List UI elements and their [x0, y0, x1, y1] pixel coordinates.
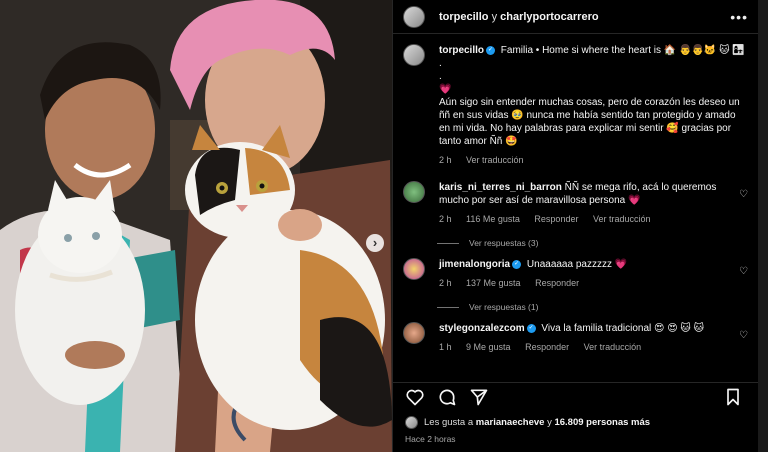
caption-dot-1: . [439, 58, 442, 69]
comment-text: Viva la familia tradicional 😍 😍 🐱 🐱 [541, 323, 705, 334]
caption-line1: Familia • Home si where the heart is 🏠 👨… [500, 45, 745, 56]
comment-likes[interactable]: 137 Me gusta [466, 278, 521, 288]
likes-count[interactable]: 16.809 personas más [554, 417, 650, 428]
action-bar [393, 382, 759, 410]
comment-meta: 2 h 116 Me gusta Responder Ver traducció… [439, 213, 731, 226]
post-photo[interactable]: › [0, 0, 392, 452]
comment-reply[interactable]: Responder [535, 278, 579, 288]
heart-icon[interactable]: ♡ [739, 330, 748, 341]
heart-icon[interactable]: ♡ [739, 189, 748, 200]
author1-link[interactable]: torpecillo [439, 11, 489, 23]
comment-translate[interactable]: Ver traducción [584, 342, 642, 352]
caption-body: Aún sigo sin entender muchas cosas, pero… [439, 97, 740, 147]
comment-username[interactable]: jimenalongoria [439, 259, 510, 270]
caption-time: 2 h [439, 155, 452, 165]
view-replies-label: Ver respuestas (1) [469, 302, 539, 312]
bookmark-icon[interactable] [723, 387, 743, 407]
commenter-avatar[interactable] [403, 181, 425, 203]
page-edge [758, 0, 768, 452]
carousel-next-icon[interactable]: › [366, 234, 384, 252]
authors-joiner: y [491, 10, 498, 23]
comment-time: 1 h [439, 342, 452, 352]
post-time: Hace 2 horas [405, 434, 456, 444]
verified-icon: ✓ [526, 323, 536, 333]
view-replies[interactable]: Ver respuestas (3) [437, 238, 748, 248]
comment-text: Unaaaaaa pazzzzz 💗 [526, 259, 628, 270]
view-replies[interactable]: Ver respuestas (1) [437, 302, 748, 312]
verified-icon: ✓ [512, 259, 522, 269]
view-replies-label: Ver respuestas (3) [469, 238, 539, 248]
verified-icon: ✓ [486, 45, 496, 55]
comment-meta: 1 h 9 Me gusta Responder Ver traducción [439, 341, 731, 354]
liker-avatar [405, 416, 418, 429]
commenter-avatar[interactable] [403, 258, 425, 280]
comment-username[interactable]: karis_ni_terres_ni_barron [439, 182, 562, 193]
comment-icon[interactable] [437, 387, 457, 407]
commenter-avatar[interactable] [403, 322, 425, 344]
caption-avatar[interactable] [403, 44, 425, 66]
comment-likes[interactable]: 9 Me gusta [466, 342, 511, 352]
comment-reply[interactable]: Responder [534, 214, 578, 224]
caption: torpecillo ✓ Familia • Home si where the … [403, 44, 748, 167]
share-icon[interactable] [469, 387, 489, 407]
post-header: torpecillo y charlyportocarrero ••• [393, 0, 758, 34]
post-authors: torpecillo y charlyportocarrero [439, 11, 599, 23]
author2-link[interactable]: charlyportocarrero [500, 11, 598, 23]
author-avatar[interactable] [403, 5, 425, 28]
comment-item: karis_ni_terres_ni_barron ÑÑ se mega rif… [403, 181, 748, 226]
caption-heart: 💗 [439, 84, 452, 95]
comment-username[interactable]: stylegonzalezcom [439, 323, 525, 334]
likes-user[interactable]: marianaecheve [476, 417, 545, 428]
likes-middle: y [547, 417, 552, 428]
caption-meta: 2 h Ver traducción [439, 154, 748, 167]
replies-line [437, 242, 459, 244]
heart-icon[interactable] [405, 387, 425, 407]
comment-reply[interactable]: Responder [525, 342, 569, 352]
comment-item: jimenalongoria ✓ Unaaaaaa pazzzzz 💗 2 h 1… [403, 258, 748, 290]
replies-line [437, 306, 459, 308]
heart-icon[interactable]: ♡ [739, 266, 748, 277]
caption-dot-2: . [439, 71, 442, 82]
comment-time: 2 h [439, 278, 452, 288]
likes-prefix: Les gusta a [424, 417, 474, 428]
likes-summary[interactable]: Les gusta a marianaecheve y 16.809 perso… [405, 416, 650, 429]
comment-meta: 2 h 137 Me gusta Responder [439, 277, 731, 290]
caption-username[interactable]: torpecillo [439, 45, 484, 56]
more-icon[interactable]: ••• [730, 9, 748, 25]
comment-likes[interactable]: 116 Me gusta [466, 214, 520, 224]
comment-item: stylegonzalezcom ✓ Viva la familia tradic… [403, 322, 748, 354]
caption-translate[interactable]: Ver traducción [466, 155, 524, 165]
photo-illustration [0, 0, 392, 452]
post-panel: torpecillo y charlyportocarrero ••• torp… [392, 0, 759, 452]
comment-time: 2 h [439, 214, 452, 224]
comments-scroll[interactable]: torpecillo ✓ Familia • Home si where the … [393, 34, 758, 378]
comment-translate[interactable]: Ver traducción [593, 214, 651, 224]
